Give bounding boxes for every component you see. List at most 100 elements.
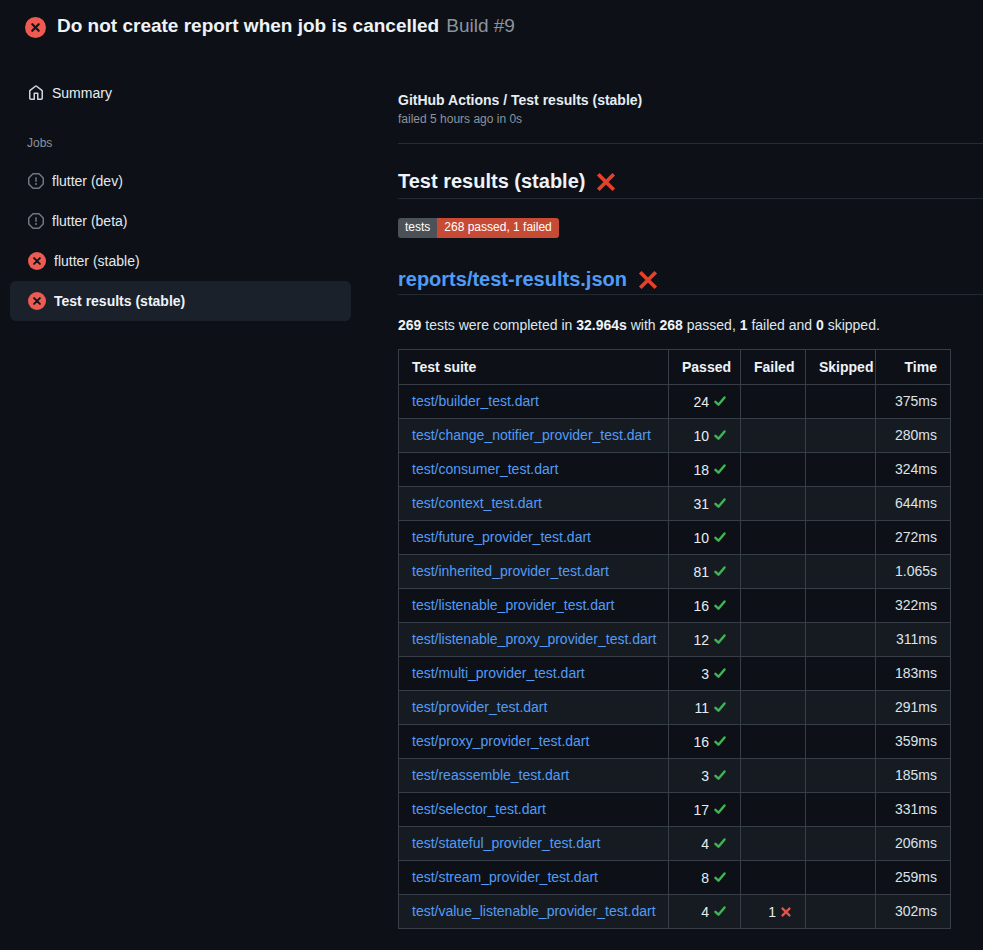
suite-link[interactable]: test/future_provider_test.dart [412,529,591,545]
section-title: Test results (stable) [398,170,983,199]
passed-cell: 4 [669,895,741,929]
page-title: Do not create report when job is cancell… [57,15,515,37]
suite-link[interactable]: test/proxy_provider_test.dart [412,733,589,749]
suite-cell: test/future_provider_test.dart [399,521,669,555]
suite-link[interactable]: test/change_notifier_provider_test.dart [412,427,651,443]
table-row: test/listenable_proxy_provider_test.dart… [399,623,951,657]
skipped-cell [806,657,876,691]
time-cell: 185ms [876,759,951,793]
suite-link[interactable]: test/consumer_test.dart [412,461,558,477]
sidebar-item-flutter-dev[interactable]: flutter (dev) [10,161,351,201]
failed-cell [741,419,806,453]
suite-cell: test/stream_provider_test.dart [399,861,669,895]
time-cell: 272ms [876,521,951,555]
tests-badge: tests 268 passed, 1 failed [398,217,983,235]
failed-cell [741,725,806,759]
passed-cell: 31 [669,487,741,521]
time-cell: 324ms [876,453,951,487]
passed-cell: 11 [669,691,741,725]
summary-line: 269 tests were completed in 32.964s with… [398,317,983,333]
suite-link[interactable]: test/provider_test.dart [412,699,547,715]
time-cell: 280ms [876,419,951,453]
suite-cell: test/selector_test.dart [399,793,669,827]
check-icon [713,768,727,782]
report-file-link[interactable]: reports/test-results.json [398,268,627,291]
time-cell: 375ms [876,385,951,419]
suite-cell: test/proxy_provider_test.dart [399,725,669,759]
suite-link[interactable]: test/stateful_provider_test.dart [412,835,600,851]
table-row: test/inherited_provider_test.dart811.065… [399,555,951,589]
check-icon [713,836,727,850]
time-cell: 302ms [876,895,951,929]
suite-link[interactable]: test/multi_provider_test.dart [412,665,585,681]
job-label: Test results (stable) [54,293,185,309]
passed-cell: 3 [669,759,741,793]
suite-link[interactable]: test/context_test.dart [412,495,542,511]
table-row: test/change_notifier_provider_test.dart1… [399,419,951,453]
table-row: test/consumer_test.dart18324ms [399,453,951,487]
sidebar-item-flutter-beta[interactable]: flutter (beta) [10,201,351,241]
check-icon [713,530,727,544]
run-meta: failed 5 hours ago in 0s [398,112,983,126]
suite-link[interactable]: test/stream_provider_test.dart [412,869,598,885]
suite-link[interactable]: test/listenable_provider_test.dart [412,597,614,613]
build-title: Do not create report when job is cancell… [57,15,439,36]
suite-link[interactable]: test/builder_test.dart [412,393,539,409]
suite-link[interactable]: test/selector_test.dart [412,801,546,817]
failed-x-icon [596,172,616,192]
check-icon [713,700,727,714]
home-icon [28,85,44,101]
table-row: test/future_provider_test.dart10272ms [399,521,951,555]
failed-cell [741,827,806,861]
check-icon [713,428,727,442]
check-icon [713,632,727,646]
suite-link[interactable]: test/value_listenable_provider_test.dart [412,903,656,919]
suite-link[interactable]: test/inherited_provider_test.dart [412,563,609,579]
build-header: Do not create report when job is cancell… [0,0,983,56]
check-icon [713,496,727,510]
cancelled-icon [28,213,44,229]
jobs-section-label: Jobs [27,136,52,150]
skipped-cell [806,419,876,453]
failed-x-icon [638,270,658,290]
failed-icon [28,252,46,270]
suite-cell: test/provider_test.dart [399,691,669,725]
suite-cell: test/reassemble_test.dart [399,759,669,793]
suite-cell: test/context_test.dart [399,487,669,521]
skipped-cell [806,521,876,555]
failed-cell [741,657,806,691]
failed-cell [741,589,806,623]
table-row: test/value_listenable_provider_test.dart… [399,895,951,929]
skipped-cell [806,385,876,419]
table-row: test/context_test.dart31644ms [399,487,951,521]
suite-link[interactable]: test/reassemble_test.dart [412,767,569,783]
passed-cell: 81 [669,555,741,589]
sidebar-item-test-results-stable[interactable]: Test results (stable) [10,281,351,321]
suite-cell: test/multi_provider_test.dart [399,657,669,691]
failed-cell [741,623,806,657]
build-failed-icon [25,17,46,38]
cross-icon [780,906,792,918]
check-icon [713,564,727,578]
col-passed: Passed [669,350,741,385]
sidebar-summary-label: Summary [52,85,112,101]
sidebar-item-summary[interactable]: Summary [10,79,351,107]
failed-cell: 1 [741,895,806,929]
suite-cell: test/inherited_provider_test.dart [399,555,669,589]
table-row: test/stream_provider_test.dart8259ms [399,861,951,895]
failed-cell [741,521,806,555]
badge-value: 268 passed, 1 failed [437,218,558,238]
skipped-cell [806,759,876,793]
suite-link[interactable]: test/listenable_proxy_provider_test.dart [412,631,656,647]
sidebar-item-flutter-stable[interactable]: flutter (stable) [10,241,351,281]
table-row: test/reassemble_test.dart 3 185ms [399,759,951,793]
passed-cell: 12 [669,623,741,657]
failed-cell [741,793,806,827]
col-test-suite: Test suite [399,350,669,385]
check-icon [713,870,727,884]
check-icon [713,598,727,612]
time-cell: 259ms [876,861,951,895]
failed-cell [741,759,806,793]
time-cell: 183ms [876,657,951,691]
suite-cell: test/listenable_provider_test.dart [399,589,669,623]
